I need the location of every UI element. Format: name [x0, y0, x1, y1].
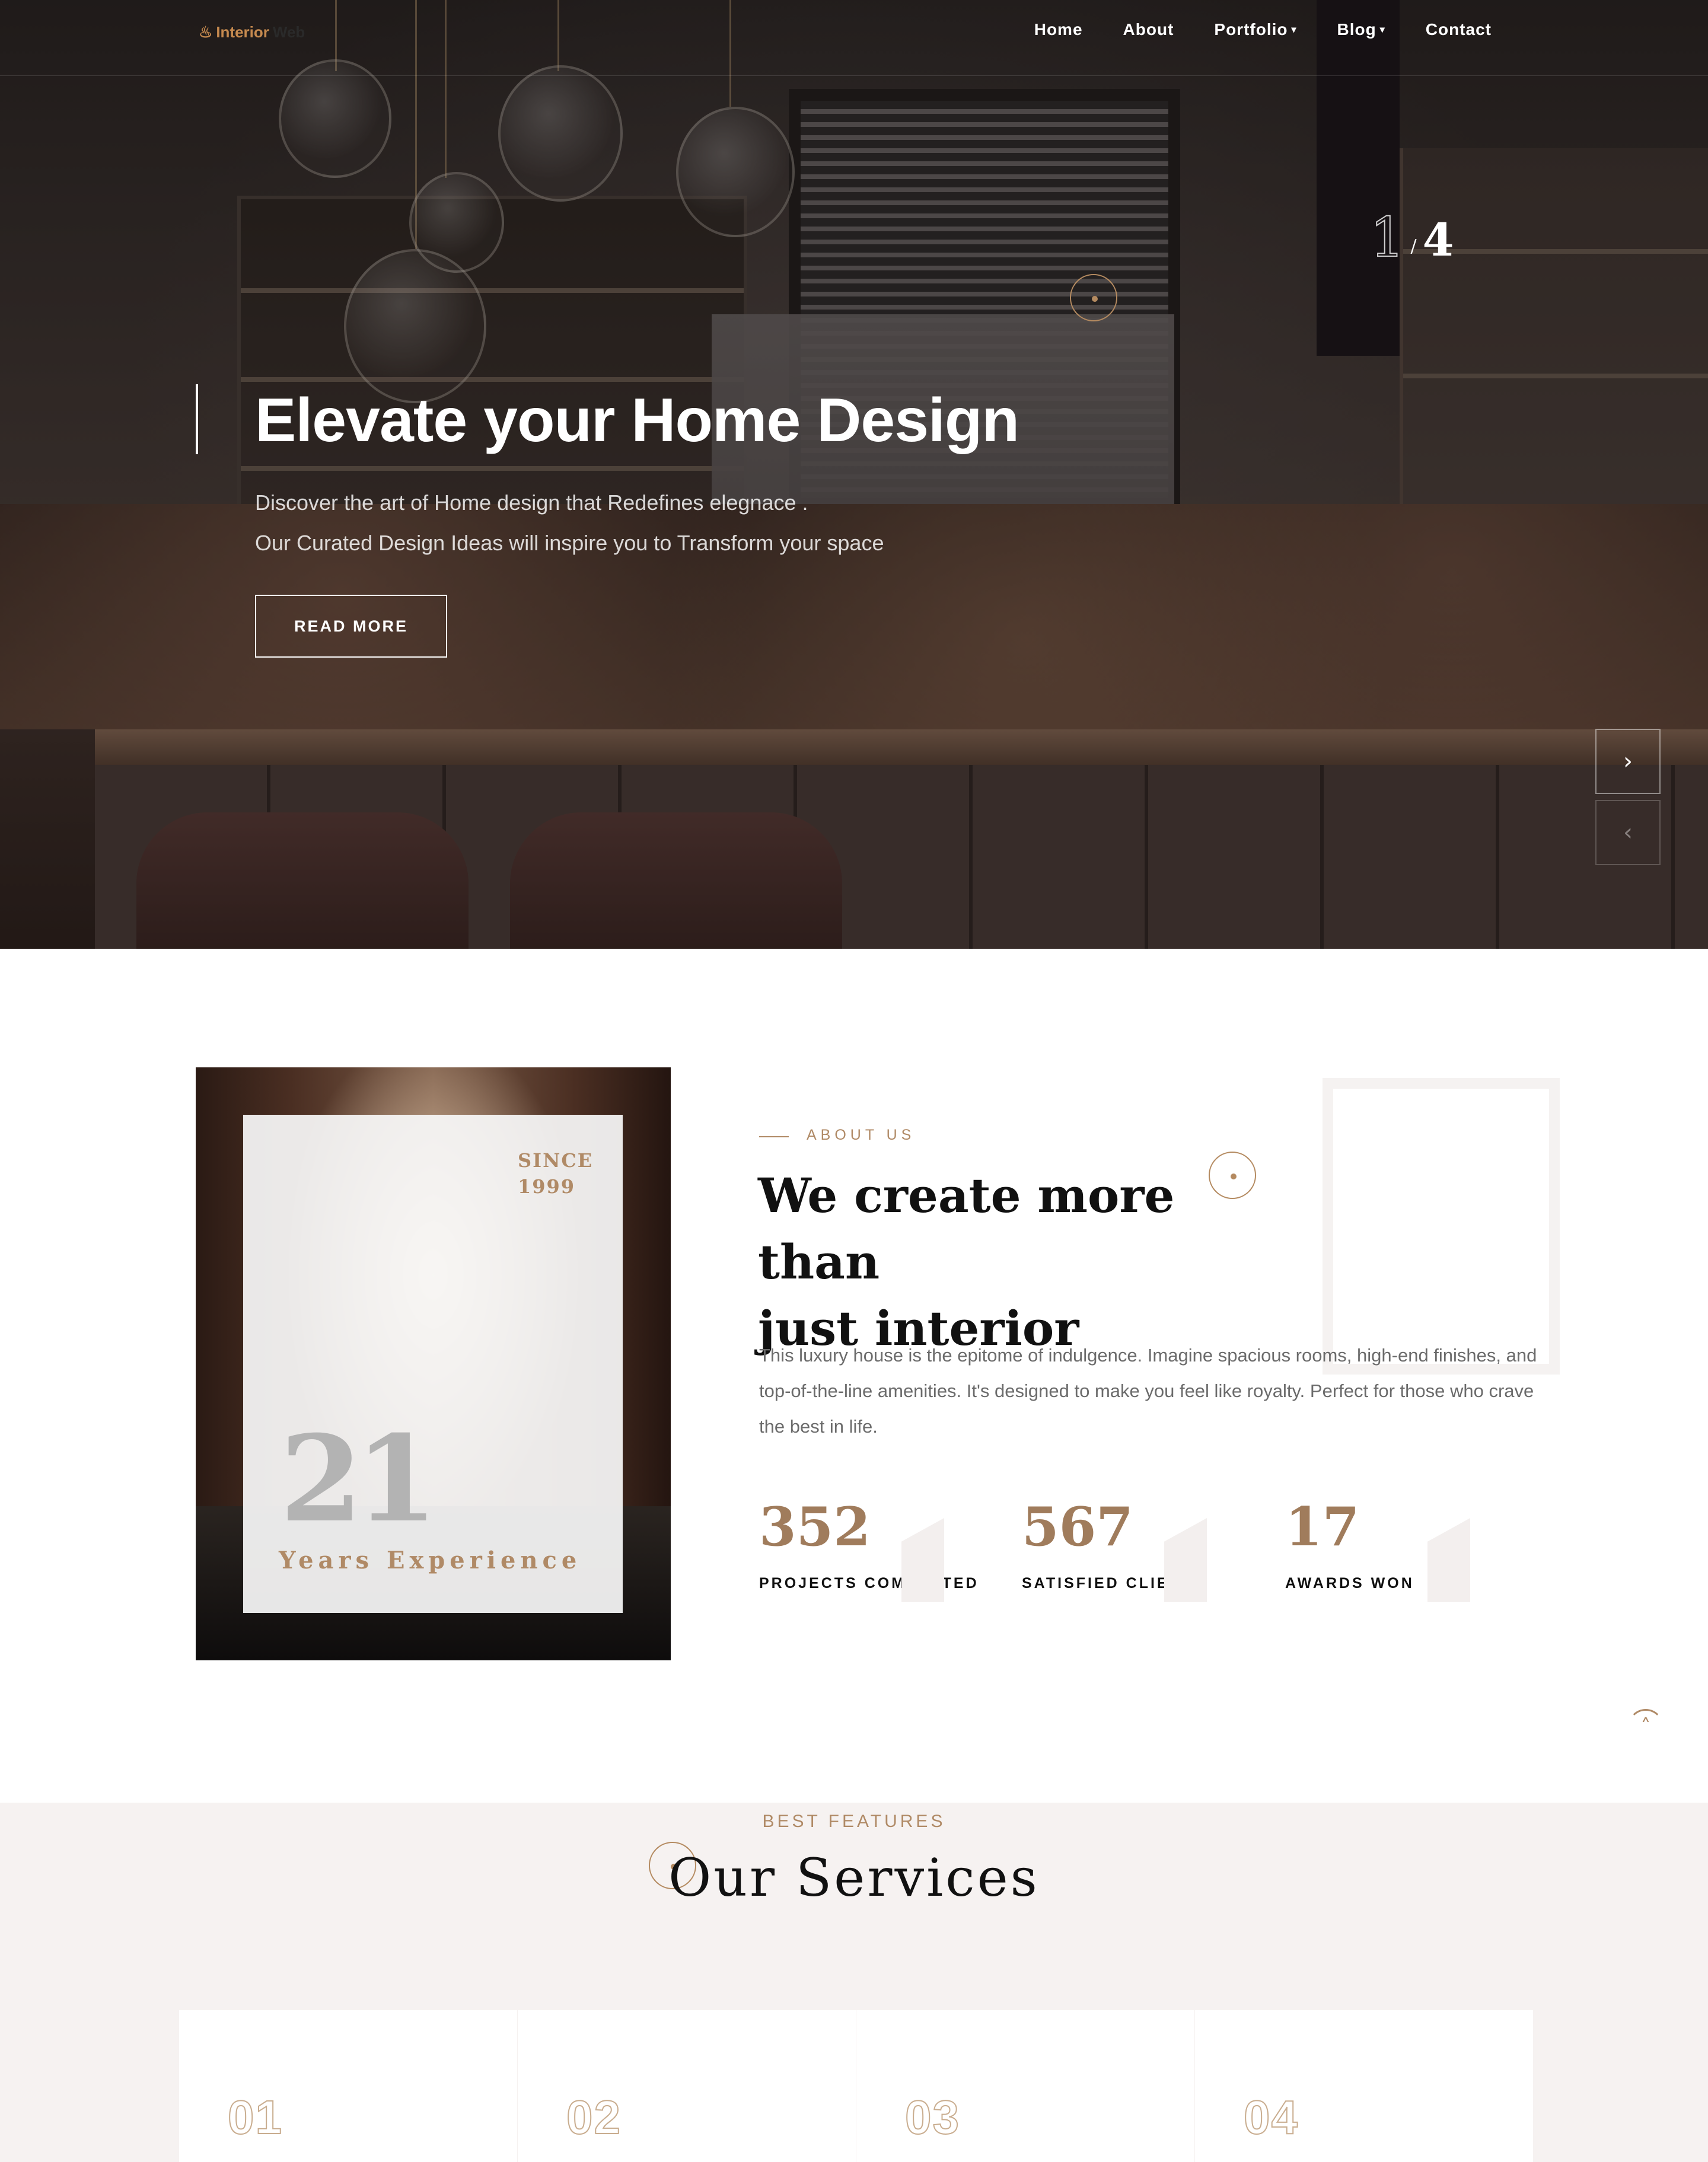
nav-blog-label: Blog — [1337, 20, 1376, 39]
hero-subtitle-line: Our Curated Design Ideas will inspire yo… — [255, 531, 884, 555]
circle-dot-icon — [1070, 274, 1117, 321]
stat-projects: 352 PROJECTS COMPLETED — [759, 1500, 996, 1607]
stat-label: AWARDS WON — [1285, 1575, 1414, 1592]
caret-down-icon: ▾ — [1291, 25, 1297, 35]
nav-about[interactable]: About — [1123, 18, 1174, 42]
services-title: Our Services — [668, 1847, 1040, 1908]
stat-value: 567 — [1022, 1495, 1133, 1558]
hero-subtitle-line: Discover the art of Home design that Red… — [255, 490, 808, 515]
slide-next-button[interactable]: › — [1595, 729, 1661, 794]
navbar: ♨ Interior Web Home About Portfolio ▾ Blog… — [0, 0, 1708, 76]
decorative-frame — [1323, 1078, 1560, 1375]
slide-counter: 1 / 4 — [1369, 206, 1454, 269]
nav-contact[interactable]: Contact — [1426, 18, 1492, 42]
stat-awards: 17 AWARDS WON — [1285, 1500, 1522, 1607]
slide-prev-button[interactable]: ‹ — [1595, 800, 1661, 865]
since-label: SINCE — [518, 1149, 594, 1172]
lamp-icon: ♨ — [199, 23, 213, 41]
stat-label: SATISFIED CLIENTS — [1022, 1575, 1206, 1592]
service-index: 01 — [227, 2090, 283, 2144]
service-index: 04 — [1243, 2090, 1299, 2144]
about-text: This luxury house is the epitome of indu… — [759, 1345, 1537, 1437]
progress-arc — [1628, 1709, 1664, 1745]
service-index: 03 — [904, 2090, 960, 2144]
about-eyebrow: ABOUT US — [807, 1127, 916, 1143]
stat-value: 352 — [759, 1495, 871, 1558]
about-title: We create more than just interior — [758, 1162, 1292, 1361]
hero-accent-bar — [196, 384, 198, 454]
stat-label: PROJECTS COMPLETED — [759, 1575, 979, 1592]
hero-subtitle: Discover the art of Home design that Red… — [255, 483, 884, 563]
since-year: 1999 — [518, 1175, 576, 1198]
since-badge: SINCE 1999 — [518, 1147, 594, 1200]
nav-home[interactable]: Home — [1034, 18, 1083, 42]
years-label: Years Experience — [279, 1546, 582, 1574]
logo-text-primary: Interior — [216, 23, 269, 41]
stat-clients: 567 SATISFIED CLIENTS — [1022, 1500, 1259, 1607]
about-title-line: We create more than — [758, 1168, 1175, 1290]
service-index: 02 — [566, 2090, 622, 2144]
eyebrow-line — [759, 1136, 789, 1137]
slide-total: 4 — [1422, 213, 1454, 266]
slide-separator: / — [1410, 236, 1417, 257]
scroll-to-top-button[interactable]: ˄ — [1628, 1709, 1664, 1745]
nav-about-label: About — [1123, 20, 1174, 39]
hero-overlay — [0, 0, 1708, 949]
nav-portfolio-label: Portfolio — [1214, 20, 1288, 39]
service-card[interactable]: 03 — [856, 2010, 1194, 2162]
logo[interactable]: ♨ Interior Web — [199, 20, 305, 44]
caret-down-icon: ▾ — [1379, 25, 1385, 35]
logo-text-secondary: Web — [272, 23, 305, 41]
service-card[interactable]: 01 — [179, 2010, 517, 2162]
years-number: 21 — [280, 1410, 438, 1549]
main-nav: Home About Portfolio ▾ Blog ▾ Contact — [1034, 18, 1492, 42]
read-more-button[interactable]: READ MORE — [255, 595, 447, 658]
services-eyebrow: BEST FEATURES — [762, 1812, 946, 1831]
service-card[interactable]: 04 — [1195, 2010, 1533, 2162]
nav-blog[interactable]: Blog ▾ — [1337, 18, 1385, 42]
hero-title: Elevate your Home Design — [255, 386, 1019, 455]
slide-current: 1 — [1369, 206, 1406, 269]
nav-contact-label: Contact — [1425, 20, 1492, 39]
nav-portfolio[interactable]: Portfolio ▾ — [1214, 18, 1296, 42]
service-card[interactable]: 02 — [518, 2010, 856, 2162]
chevron-left-icon: ‹ — [1623, 819, 1633, 846]
nav-home-label: Home — [1034, 20, 1083, 39]
hero-section — [0, 0, 1708, 949]
chevron-right-icon: › — [1623, 748, 1633, 775]
stat-value: 17 — [1285, 1495, 1360, 1558]
